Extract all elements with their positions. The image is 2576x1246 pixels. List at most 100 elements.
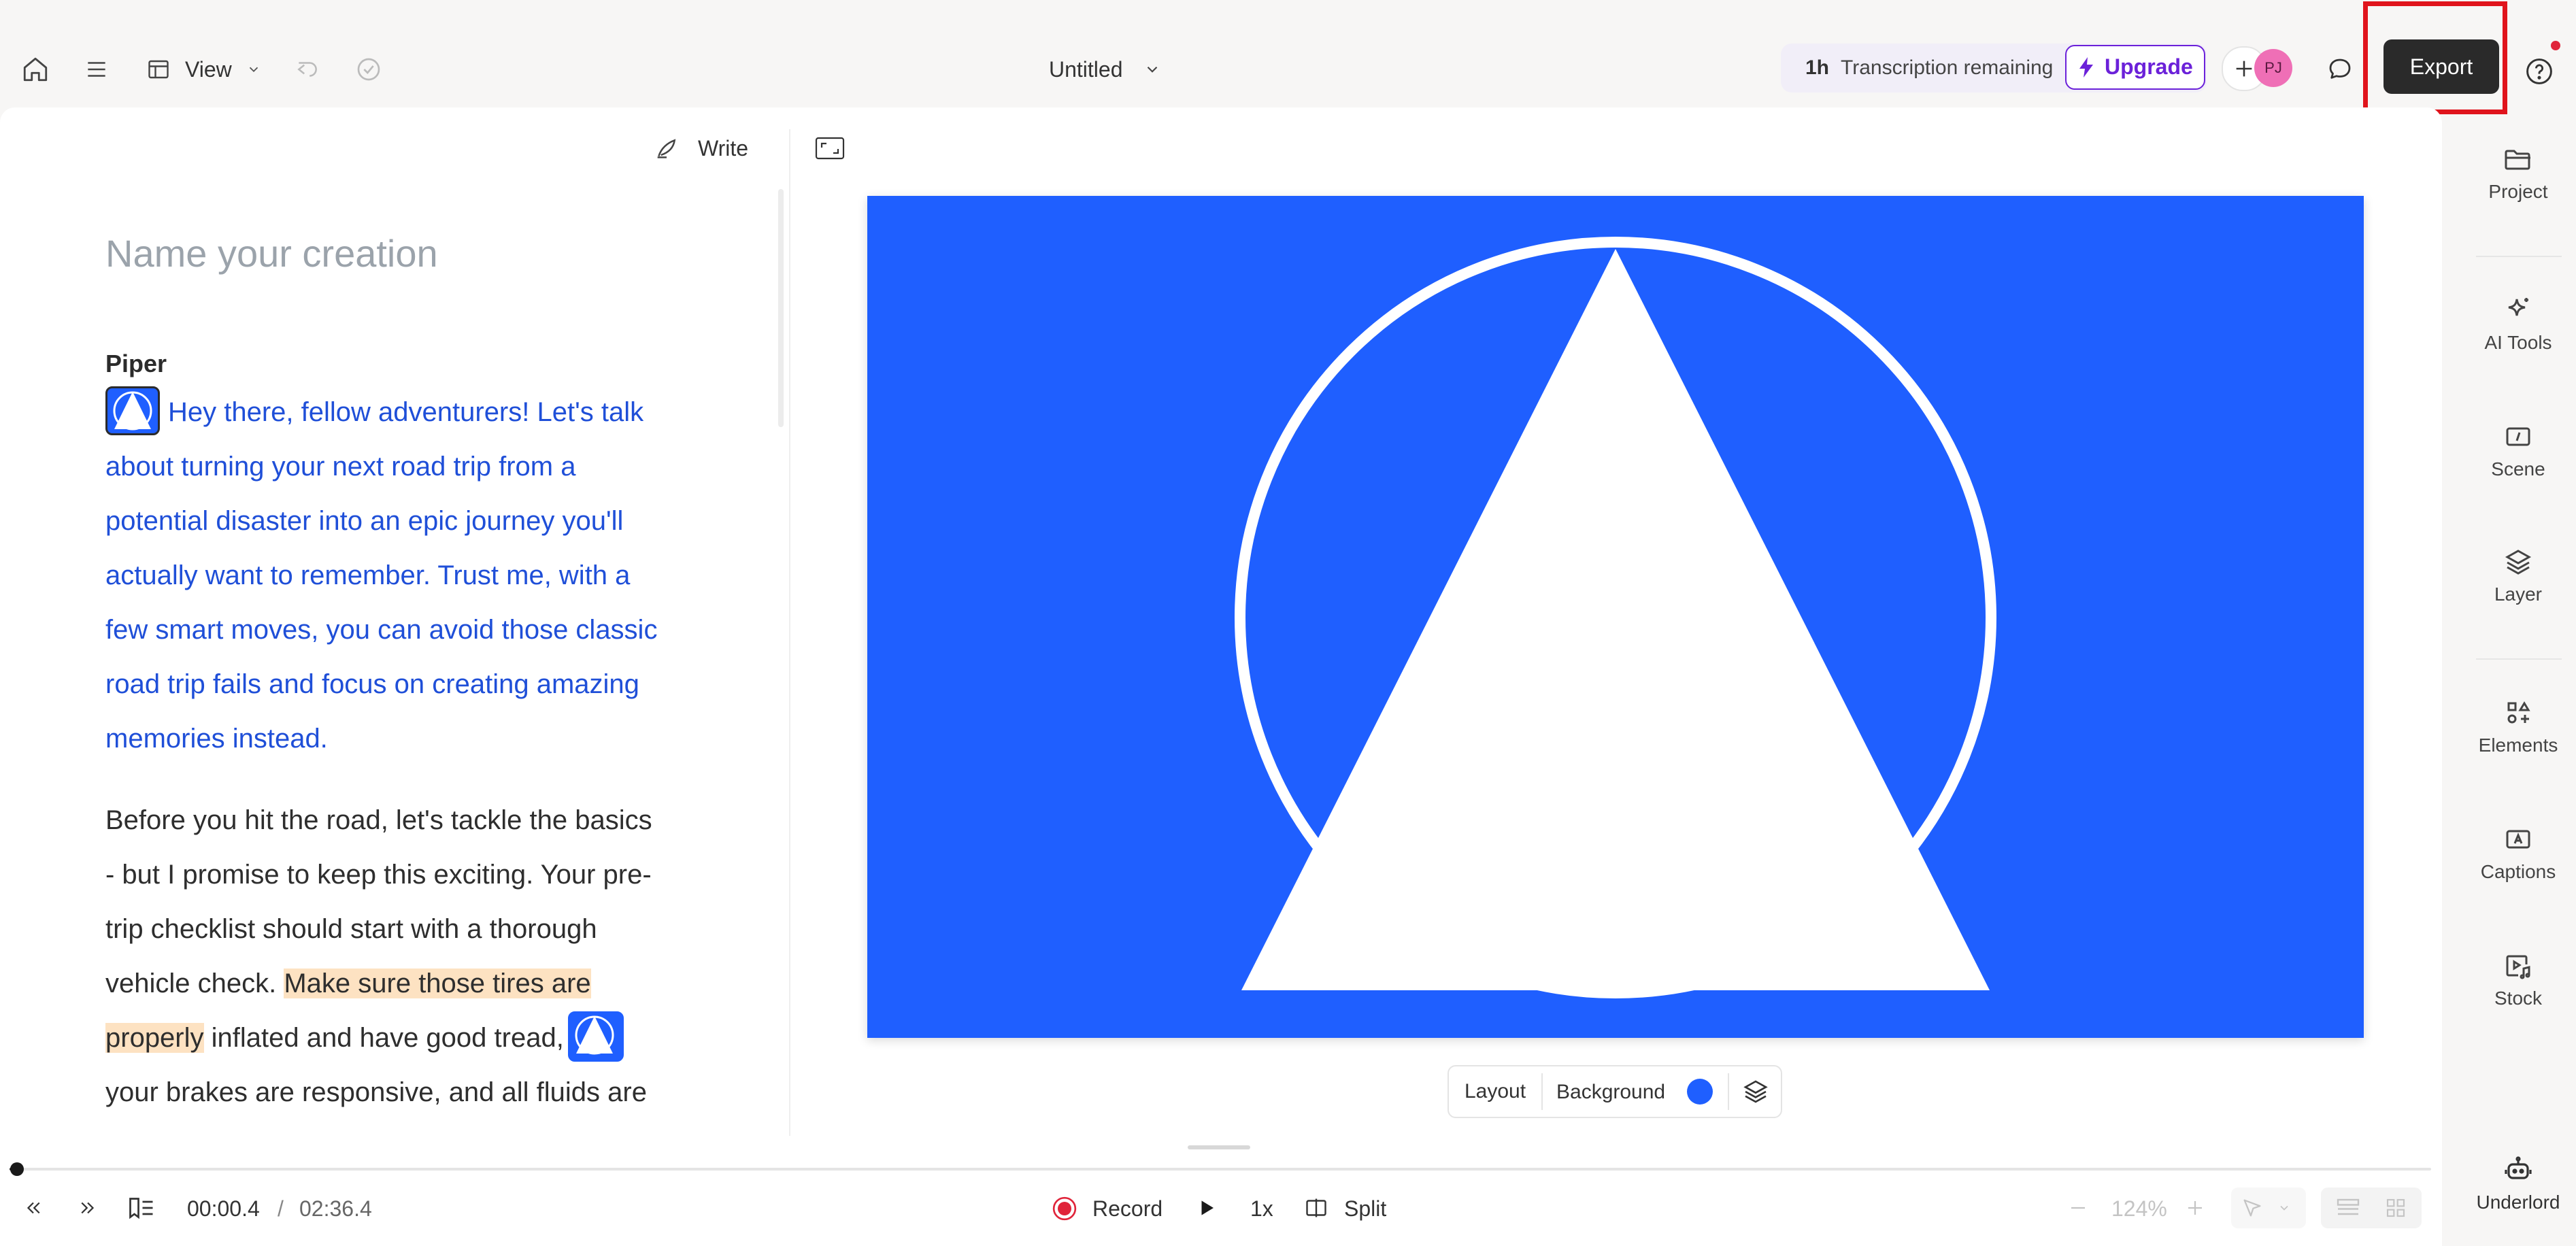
stock-icon xyxy=(2502,949,2535,982)
lightning-icon xyxy=(2076,56,2096,79)
sidebar-item-layer[interactable]: Layer xyxy=(2462,545,2574,605)
upgrade-button[interactable]: Upgrade xyxy=(2065,45,2205,90)
time-separator: / xyxy=(278,1196,284,1221)
undo-icon[interactable] xyxy=(290,52,325,87)
script-paragraph-2[interactable]: Before you hit the road, let's tackle th… xyxy=(105,793,684,1133)
sidebar-divider xyxy=(2476,256,2562,257)
script-line: actually want to remember. Trust me, wit… xyxy=(105,560,631,590)
highlighted-text[interactable]: Make sure those tires are xyxy=(284,969,591,998)
sidebar-label: Underlord xyxy=(2476,1192,2560,1213)
playhead[interactable] xyxy=(10,1162,24,1176)
list-view-icon[interactable] xyxy=(2326,1192,2370,1224)
background-button[interactable]: Background xyxy=(1543,1066,1728,1117)
view-mode-toggle xyxy=(2321,1188,2422,1228)
upgrade-label: Upgrade xyxy=(2105,54,2193,79)
sidebar-label: Layer xyxy=(2494,584,2543,605)
sidebar-item-elements[interactable]: Elements xyxy=(2462,696,2574,756)
grid-view-icon[interactable] xyxy=(2374,1192,2418,1224)
script-line: potential disaster into an epic journey … xyxy=(105,506,624,536)
canvas-controls: Layout Background xyxy=(1448,1065,1782,1118)
sidebar-item-scene[interactable]: Scene xyxy=(2462,420,2574,480)
script-paragraph-1[interactable]: Hey there, fellow adventurers! Let's tal… xyxy=(105,385,684,766)
pen-icon xyxy=(652,133,682,163)
sidebar-item-underlord[interactable]: Underlord xyxy=(2462,1154,2574,1213)
script-line: few smart moves, you can avoid those cla… xyxy=(105,615,658,645)
divider xyxy=(1728,1073,1729,1110)
record-icon xyxy=(1050,1194,1079,1223)
timeline-track[interactable] xyxy=(10,1168,2431,1171)
background-label: Background xyxy=(1556,1081,1666,1103)
folder-icon xyxy=(2502,143,2535,175)
sidebar-label: Elements xyxy=(2478,735,2558,756)
skip-back-icon[interactable] xyxy=(18,1194,49,1222)
transcription-text: Transcription remaining xyxy=(1841,56,2054,79)
sidebar-item-captions[interactable]: Captions xyxy=(2462,823,2574,883)
creation-title-input[interactable]: Name your creation xyxy=(105,231,438,275)
sidebar-item-stock[interactable]: Stock xyxy=(2462,949,2574,1009)
sidebar-divider xyxy=(2476,658,2562,660)
record-button[interactable]: Record xyxy=(1050,1193,1180,1223)
sidebar-label: AI Tools xyxy=(2484,332,2552,353)
record-label: Record xyxy=(1092,1196,1163,1221)
menu-icon[interactable] xyxy=(79,52,114,87)
pane-divider[interactable] xyxy=(789,129,790,1136)
chevron-down-icon xyxy=(244,58,264,80)
comment-icon[interactable] xyxy=(2321,50,2359,88)
check-circle-icon[interactable] xyxy=(351,52,386,87)
layers-icon[interactable] xyxy=(1730,1066,1781,1117)
sidebar-item-ai-tools[interactable]: AI Tools xyxy=(2462,294,2574,354)
pointer-tool-select[interactable] xyxy=(2231,1188,2306,1228)
skip-forward-icon[interactable] xyxy=(72,1194,103,1222)
document-title-button[interactable]: Untitled xyxy=(1041,52,1177,87)
logo-artwork xyxy=(1235,237,1996,998)
panel-resize-handle[interactable] xyxy=(1188,1145,1250,1149)
write-button[interactable]: Write xyxy=(652,131,754,166)
script-text: inflated and have good tread, xyxy=(203,1023,564,1053)
scene-thumbnail[interactable] xyxy=(567,1011,624,1062)
background-color-swatch[interactable] xyxy=(1687,1079,1713,1105)
zoom-in-icon[interactable] xyxy=(2181,1194,2209,1222)
help-icon[interactable] xyxy=(2521,53,2558,90)
total-time: 02:36.4 xyxy=(299,1196,372,1221)
current-time: 00:00.4 xyxy=(187,1196,260,1221)
layout-icon xyxy=(143,52,174,87)
chevron-down-icon xyxy=(2273,1197,2295,1219)
top-bar: View Untitled 1h Transcription remaining… xyxy=(0,1,2576,114)
script-line: Hey there, fellow adventurers! Let's tal… xyxy=(168,397,644,427)
captions-icon xyxy=(2502,823,2535,856)
script-line: trip checklist should start with a thoro… xyxy=(105,914,597,944)
view-label: View xyxy=(185,57,232,82)
play-icon[interactable] xyxy=(1192,1193,1222,1223)
split-label: Split xyxy=(1344,1196,1387,1221)
canvas-preview[interactable] xyxy=(867,196,2364,1038)
zoom-level: 124% xyxy=(2111,1196,2167,1221)
playback-speed[interactable]: 1x xyxy=(1250,1195,1273,1222)
fullscreen-icon[interactable] xyxy=(812,133,848,163)
script-text: vehicle check. xyxy=(105,969,284,998)
script-scrollbar[interactable] xyxy=(778,189,784,427)
notification-dot xyxy=(2551,41,2560,50)
sidebar-label: Scene xyxy=(2491,458,2545,479)
scene-icon xyxy=(2502,420,2535,453)
sidebar-label: Project xyxy=(2488,181,2548,202)
cursor-icon xyxy=(2237,1193,2268,1223)
avatar[interactable]: PJ xyxy=(2254,49,2292,87)
highlighted-text[interactable]: properly xyxy=(105,1023,204,1053)
layout-button[interactable]: Layout xyxy=(1449,1066,1541,1117)
split-icon xyxy=(1302,1194,1331,1222)
split-button[interactable]: Split xyxy=(1302,1193,1397,1223)
document-title: Untitled xyxy=(1049,57,1123,82)
view-menu-button[interactable]: View xyxy=(143,52,265,87)
zoom-out-icon[interactable] xyxy=(2064,1194,2092,1222)
speaker-name[interactable]: Piper xyxy=(105,350,167,378)
script-fade xyxy=(95,1109,775,1136)
sparkle-icon xyxy=(2502,294,2535,326)
script-line: about turning your next road trip from a xyxy=(105,452,576,482)
script-line: road trip fails and focus on creating am… xyxy=(105,669,639,699)
scene-thumbnail[interactable] xyxy=(105,386,160,436)
sidebar-item-project[interactable]: Project xyxy=(2462,143,2574,203)
chapters-icon[interactable] xyxy=(124,1193,159,1223)
robot-icon xyxy=(2502,1154,2535,1186)
sidebar-label: Stock xyxy=(2494,988,2543,1009)
home-icon[interactable] xyxy=(18,52,53,87)
